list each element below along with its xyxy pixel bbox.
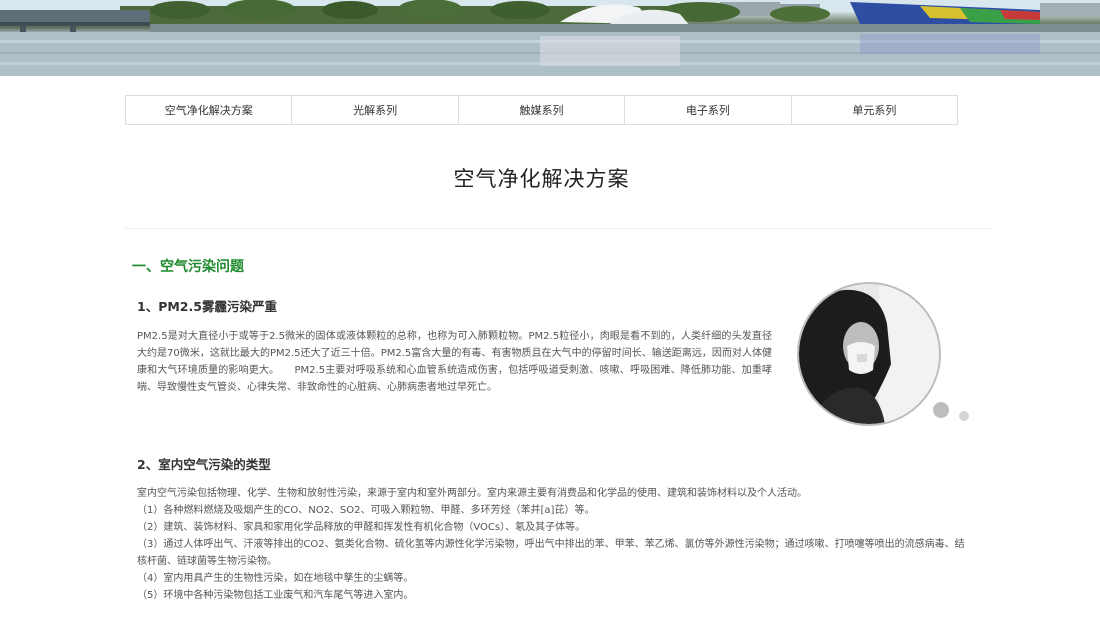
nav-item-air-purification-solutions[interactable]: 空气净化解决方案: [126, 96, 292, 124]
header-banner: [0, 0, 1100, 76]
title-divider: [125, 228, 993, 229]
list-item: （5）环境中各种污染物包括工业废气和汽车尾气等进入室内。: [137, 590, 414, 601]
list-item: （2）建筑、装饰材料、家具和家用化学品释放的甲醛和挥发性有机化合物（VOCs）、…: [137, 522, 586, 533]
city-waterfront-image: [0, 0, 1100, 76]
list-item: （3）通过人体呼出气、汗液等排出的CO2、氨类化合物、硫化氢等内源性化学污染物，…: [137, 539, 965, 567]
carousel-dot[interactable]: [959, 411, 969, 421]
subheading-pm25: 1、PM2.5雾霾污染严重: [137, 299, 277, 314]
category-nav: 空气净化解决方案 光解系列 触媒系列 电子系列 单元系列: [125, 95, 958, 125]
nav-item-photolysis-series[interactable]: 光解系列: [291, 96, 458, 124]
masked-person-illustration: [799, 284, 939, 424]
nav-item-catalyst-series[interactable]: 触媒系列: [457, 96, 625, 124]
list-item: 室内空气污染包括物理、化学、生物和放射性污染，来源于室内和室外两部分。室内来源主…: [137, 488, 807, 499]
subheading-indoor-pollution-types: 2、室内空气污染的类型: [137, 457, 271, 472]
masked-person-photo: [797, 282, 941, 426]
carousel-dot-active[interactable]: [933, 402, 949, 418]
section-heading-air-pollution: 一、空气污染问题: [132, 259, 244, 275]
indoor-pollution-list: 室内空气污染包括物理、化学、生物和放射性污染，来源于室内和室外两部分。室内来源主…: [137, 485, 972, 604]
pm25-paragraph: PM2.5是对大直径小于或等于2.5微米的固体或液体颗粒的总称，也称为可入肺颗粒…: [137, 331, 772, 393]
page-title: 空气净化解决方案: [453, 167, 630, 191]
nav-item-unit-series[interactable]: 单元系列: [790, 96, 958, 124]
list-item: （1）各种燃料燃烧及吸烟产生的CO、NO2、SO2、可吸入颗粒物、甲醛、多环芳烃…: [137, 505, 595, 516]
nav-item-electronic-series[interactable]: 电子系列: [624, 96, 791, 124]
list-item: （4）室内用具产生的生物性污染，如在地毯中孳生的尘螨等。: [137, 573, 414, 584]
